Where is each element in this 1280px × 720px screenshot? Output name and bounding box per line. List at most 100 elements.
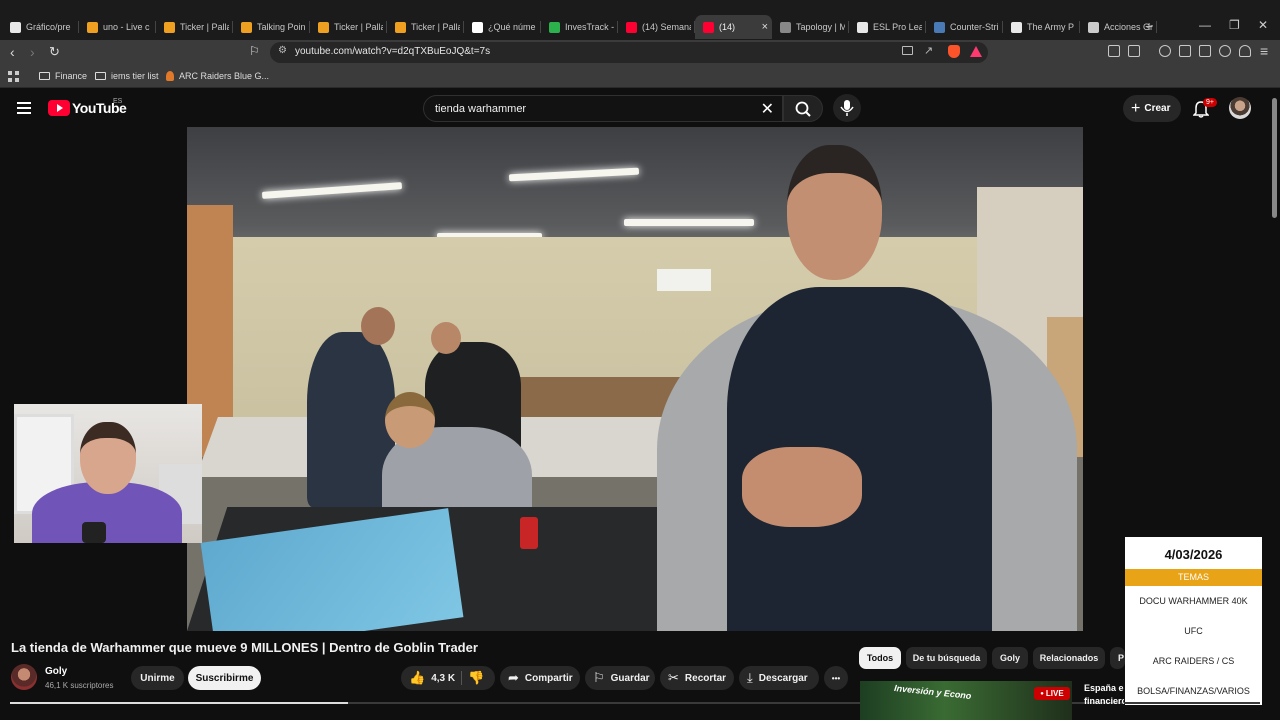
page-scrollbar[interactable] <box>1270 90 1280 720</box>
browser-toolbar: ‹ › ↻ ⚐ ⚙ youtube.com/watch?v=d2qTXBuEoJ… <box>0 40 1280 66</box>
extensions-icon[interactable] <box>1108 45 1120 57</box>
leo-ai-icon[interactable] <box>1219 45 1231 57</box>
video-scene-speaker-hands <box>742 447 862 527</box>
schedule-topic: DOCU WARHAMMER 40K <box>1139 596 1248 606</box>
browser-tab[interactable]: InvesTrack - <box>541 15 618 39</box>
browser-tab[interactable]: Ticker | Palla <box>156 15 233 39</box>
browser-tab[interactable]: Talking Poin <box>233 15 310 39</box>
schedule-topic: BOLSA/FINANZAS/VARIOS <box>1137 686 1250 696</box>
brave-shields-icon[interactable] <box>948 45 960 58</box>
clear-search-icon[interactable]: ✕ <box>761 99 774 119</box>
close-window-icon[interactable]: ✕ <box>1258 18 1268 32</box>
bookmark-iems[interactable]: iems tier list <box>95 71 159 81</box>
video-scene-speaker-head <box>787 145 882 280</box>
download-button[interactable]: ⤓ Descargar <box>739 666 819 690</box>
vpn-icon[interactable] <box>1239 45 1251 57</box>
recommended-video-title[interactable]: España en financiero <box>1084 682 1124 708</box>
chip-goly[interactable]: Goly <box>992 647 1028 669</box>
webcam-microphone <box>82 522 106 543</box>
browser-tab[interactable]: Counter-Stri <box>926 15 1003 39</box>
cast-icon[interactable] <box>902 46 913 55</box>
media-icon[interactable] <box>1159 45 1171 57</box>
browser-tab[interactable]: Ticker | Palla <box>310 15 387 39</box>
chat-icon <box>472 21 483 33</box>
clip-button[interactable]: ✂ Recortar <box>660 666 734 690</box>
bookmark-label: ARC Raiders Blue G... <box>179 71 270 81</box>
video-scene-lamp <box>624 219 754 226</box>
youtube-icon <box>703 21 714 33</box>
esl-icon <box>857 21 868 33</box>
sidebar-icon[interactable] <box>1179 45 1191 57</box>
youtube-icon <box>626 21 637 33</box>
voice-search-button[interactable] <box>833 94 861 122</box>
browser-tab[interactable]: The Army P <box>1003 15 1080 39</box>
steam-icon <box>934 21 945 33</box>
chip-search[interactable]: De tu búsqueda <box>906 647 987 669</box>
save-bookmark-icon: ⚐ <box>593 670 605 685</box>
schedule-date: 4/03/2026 <box>1164 547 1223 562</box>
screenshot-icon[interactable] <box>1128 45 1140 57</box>
tab-title: Tapology | M <box>796 22 845 32</box>
chip-related[interactable]: Relacionados <box>1033 647 1105 669</box>
browser-tab[interactable]: Ticker | Palla <box>387 15 464 39</box>
reload-icon[interactable]: ↻ <box>49 44 60 60</box>
dislike-icon[interactable]: 👎 <box>468 670 484 686</box>
share-button[interactable]: ➦ Compartir <box>500 666 580 690</box>
restore-icon[interactable]: ❐ <box>1229 18 1240 32</box>
tab-title: InvesTrack - <box>565 22 614 32</box>
minimize-icon[interactable]: — <box>1199 18 1211 32</box>
scrollbar-thumb[interactable] <box>1272 98 1277 218</box>
schedule-topic: ARC RAIDERS / CS <box>1152 656 1235 666</box>
browser-tab[interactable]: uno - Live c <box>79 15 156 39</box>
browser-tab[interactable]: (14) Semana <box>618 15 695 39</box>
search-query: tienda warhammer <box>435 103 527 115</box>
bookmark-icon[interactable]: ⚐ <box>249 44 260 58</box>
browser-tab[interactable]: ¿Qué núme <box>464 15 541 39</box>
subscribe-button[interactable]: Suscribirme <box>188 666 261 690</box>
new-tab-button[interactable]: + <box>1145 18 1153 34</box>
join-button[interactable]: Unirme <box>131 666 184 690</box>
search-button[interactable] <box>783 95 823 122</box>
chip-more[interactable]: P <box>1110 647 1125 669</box>
browser-tab[interactable]: ESL Pro Leag <box>849 15 926 39</box>
create-button[interactable]: + Crear <box>1123 95 1181 122</box>
back-icon[interactable]: ‹ <box>10 44 15 60</box>
like-icon[interactable]: 👍 <box>409 670 425 686</box>
bookmark-arc-raiders[interactable]: ARC Raiders Blue G... <box>166 71 269 81</box>
brave-rewards-icon[interactable] <box>970 46 982 57</box>
country-code: ES <box>113 98 123 105</box>
channel-name[interactable]: Goly <box>45 666 67 677</box>
channel-avatar[interactable] <box>11 664 37 690</box>
stream-schedule-panel: 4/03/2026 TEMAS DOCU WARHAMMER 40K UFC A… <box>1125 537 1262 705</box>
browser-tab[interactable]: (14) × <box>695 15 772 39</box>
hamburger-menu-icon[interactable] <box>17 102 31 114</box>
save-button[interactable]: ⚐ Guardar <box>585 666 655 690</box>
close-tab-icon[interactable]: × <box>762 21 768 33</box>
tab-title: Gráfico/pre <box>26 22 71 32</box>
tab-title: uno - Live c <box>103 22 150 32</box>
browser-tab[interactable]: Tapology | M <box>772 15 849 39</box>
bookmark-finance[interactable]: Finance <box>39 71 87 81</box>
account-avatar[interactable] <box>1229 97 1251 119</box>
tab-title: (14) Semana <box>642 22 691 32</box>
wallet-icon[interactable] <box>1199 45 1211 57</box>
apps-icon[interactable] <box>8 71 19 82</box>
tapology-icon <box>780 21 791 33</box>
share-icon[interactable]: ↗ <box>924 44 933 57</box>
site-info-icon[interactable]: ⚙ <box>278 45 287 56</box>
live-dot-icon: ● <box>1040 690 1044 697</box>
chip-todos[interactable]: Todos <box>859 647 901 669</box>
like-divider <box>461 671 462 685</box>
folder-icon <box>39 72 50 80</box>
browser-menu-icon[interactable]: ≡ <box>1260 43 1268 59</box>
browser-tab[interactable]: Gráfico/pre <box>2 15 79 39</box>
search-input[interactable]: tienda warhammer ✕ <box>423 95 783 122</box>
more-actions-button[interactable]: ••• <box>824 666 848 690</box>
u-icon <box>395 21 406 33</box>
google-icon <box>1088 21 1099 33</box>
forward-icon[interactable]: › <box>30 44 35 60</box>
video-player[interactable] <box>187 127 1083 631</box>
address-bar[interactable]: ⚙ youtube.com/watch?v=d2qTXBuEoJQ&t=7s ↗ <box>270 42 988 63</box>
like-count[interactable]: 4,3 K <box>431 673 455 684</box>
u-icon <box>87 21 98 33</box>
